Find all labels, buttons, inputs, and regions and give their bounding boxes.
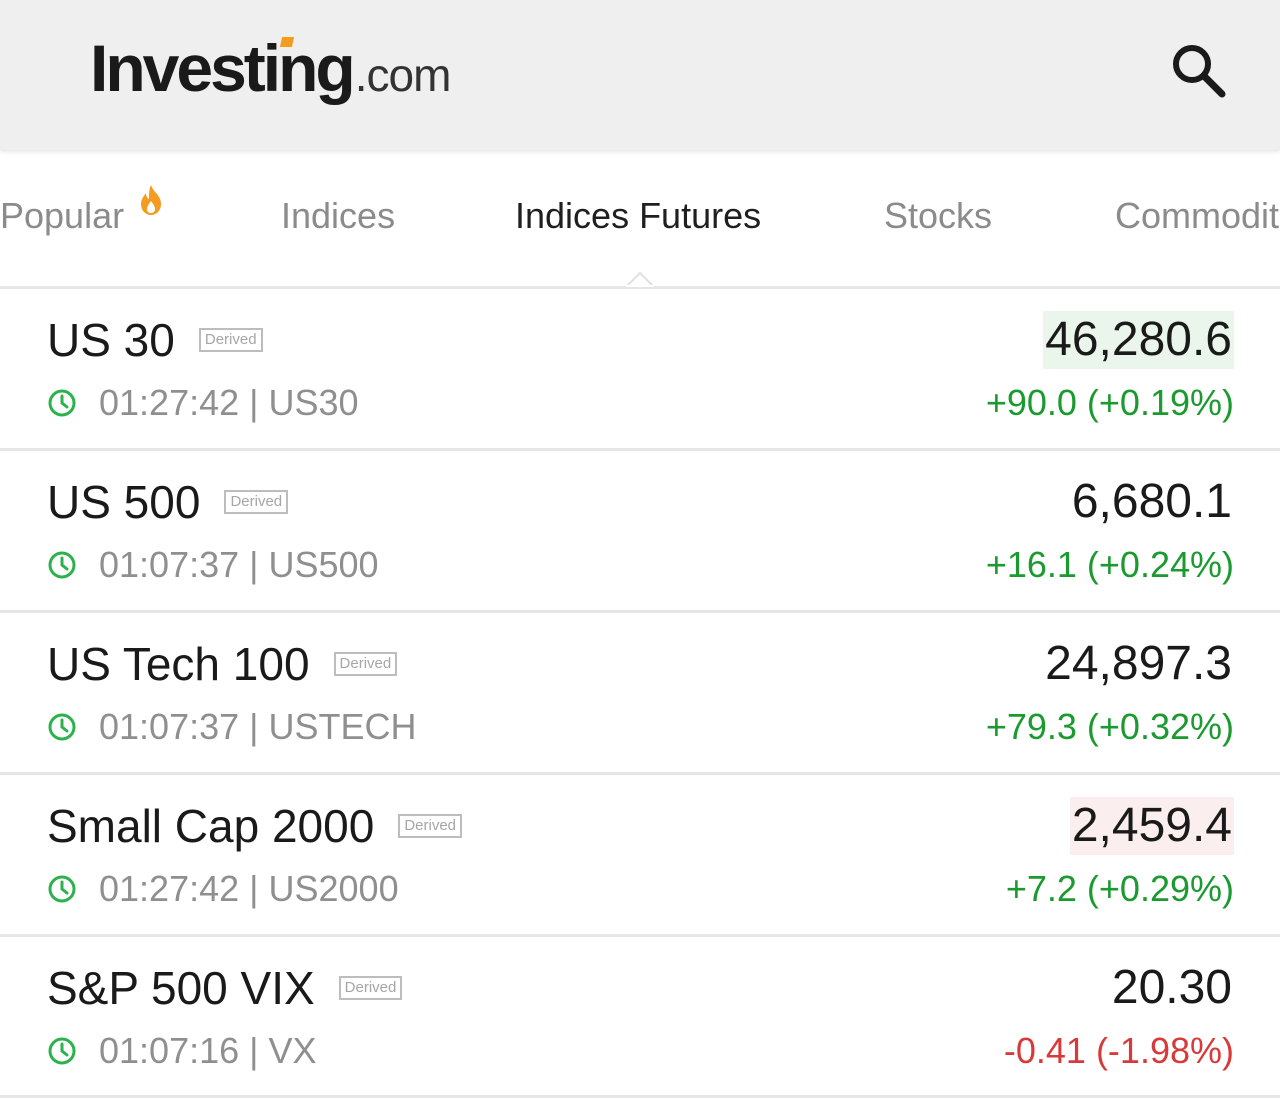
flame-icon [141, 185, 161, 215]
instrument-name: S&P 500 VIX [47, 962, 315, 1014]
tab-popular-label: Popular [0, 195, 125, 236]
tab-commodities-label: Commodit [1115, 195, 1280, 236]
instrument-name-line: Small Cap 2000 Derived [47, 799, 462, 853]
quote-row-sp500vix[interactable]: S&P 500 VIX Derived 01:07:16 | VX 20.30 … [0, 937, 1280, 1098]
price-change: +79.3 (+0.32%) [985, 706, 1234, 747]
instrument-name: Small Cap 2000 [47, 800, 375, 852]
category-tabs: Popular Indices Indices Futures Stocks C… [0, 150, 1280, 289]
derived-badge: Derived [398, 814, 462, 838]
instrument-time-symbol: 01:07:37 | US500 [99, 544, 379, 585]
search-button[interactable] [1166, 38, 1230, 102]
instrument-name-line: US 30 Derived [47, 313, 263, 367]
tab-commodities[interactable]: Commodit [1115, 194, 1279, 238]
instrument-time-symbol: 01:07:37 | USTECH [99, 706, 417, 747]
derived-badge: Derived [333, 652, 398, 676]
quote-row-smallcap2000[interactable]: Small Cap 2000 Derived 01:27:42 | US2000… [0, 775, 1280, 937]
tab-indices[interactable]: Indices [281, 194, 395, 238]
price-change: +90.0 (+0.19%) [985, 382, 1234, 423]
last-price: 6,680.1 [1071, 475, 1232, 528]
last-price: 20.30 [1111, 961, 1232, 1014]
quote-row-us30[interactable]: US 30 Derived 01:27:42 | US30 46,280.6 +… [0, 289, 1280, 451]
tab-popular[interactable]: Popular [0, 194, 124, 238]
tab-indices-futures-label: Indices Futures [515, 195, 762, 236]
instrument-meta-line: 01:07:37 | USTECH [47, 705, 417, 749]
clock-icon [47, 388, 77, 418]
price-change: -0.41 (-1.98%) [1003, 1030, 1234, 1071]
clock-icon [47, 712, 77, 742]
instrument-time-symbol: 01:07:16 | VX [99, 1030, 317, 1071]
instrument-time-symbol: 01:27:42 | US30 [99, 382, 359, 423]
tab-stocks-label: Stocks [884, 195, 993, 236]
instrument-name-line: US 500 Derived [47, 475, 289, 529]
search-icon [1173, 45, 1226, 98]
price-change: +7.2 (+0.29%) [1005, 868, 1234, 909]
last-price: 2,459.4 [1069, 797, 1234, 855]
price-change: +16.1 (+0.24%) [985, 544, 1234, 585]
active-tab-indicator [626, 271, 654, 287]
tab-indices-label: Indices [281, 195, 396, 236]
last-price: 46,280.6 [1043, 311, 1234, 369]
tab-stocks[interactable]: Stocks [884, 194, 992, 238]
clock-icon [47, 874, 77, 904]
instrument-meta-line: 01:27:42 | US30 [47, 381, 359, 425]
clock-icon [47, 1036, 77, 1066]
logo-wordmark: Investing [90, 31, 356, 105]
derived-badge: Derived [224, 490, 289, 514]
quote-row-ustech100[interactable]: US Tech 100 Derived 01:07:37 | USTECH 24… [0, 613, 1280, 775]
quote-row-us500[interactable]: US 500 Derived 01:07:37 | US500 6,680.1 … [0, 451, 1280, 613]
instrument-name-line: US Tech 100 Derived [47, 637, 398, 691]
app-header: Investing .com [0, 0, 1280, 150]
instrument-time-symbol: 01:27:42 | US2000 [99, 868, 399, 909]
instrument-meta-line: 01:07:16 | VX [47, 1029, 317, 1073]
quotes-list: US 30 Derived 01:27:42 | US30 46,280.6 +… [0, 289, 1280, 1098]
tab-indices-futures[interactable]: Indices Futures [515, 194, 761, 238]
instrument-name: US Tech 100 [47, 638, 310, 690]
investing-logo[interactable]: Investing .com [90, 28, 451, 108]
clock-icon [47, 550, 77, 580]
instrument-name: US 30 [47, 314, 175, 366]
instrument-name-line: S&P 500 VIX Derived [47, 961, 403, 1015]
derived-badge: Derived [338, 976, 403, 1000]
logo-accent-mark [279, 37, 295, 47]
logo-suffix: .com [354, 49, 452, 101]
last-price: 24,897.3 [1045, 637, 1232, 690]
instrument-meta-line: 01:27:42 | US2000 [47, 867, 399, 911]
derived-badge: Derived [198, 328, 263, 352]
instrument-meta-line: 01:07:37 | US500 [47, 543, 379, 587]
instrument-name: US 500 [47, 476, 201, 528]
